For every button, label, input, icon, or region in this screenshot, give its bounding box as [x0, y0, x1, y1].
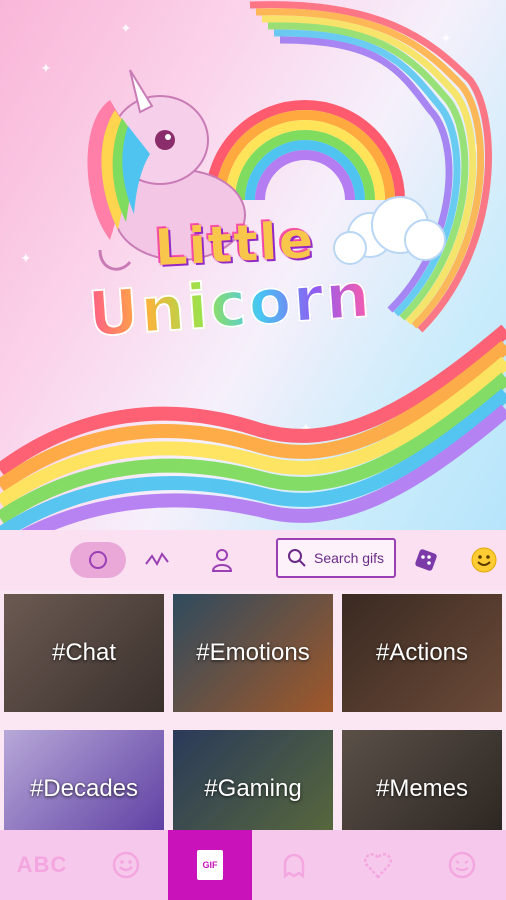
gif-icon-label: GIF [202, 860, 218, 870]
gif-icon: GIF [197, 850, 223, 880]
theme-hero-image: ✦ ✦ ✦ ✦ ✦ ✦ ✦ Little Unicorn [0, 0, 506, 540]
category-tile-actions[interactable]: #Actions [342, 594, 502, 712]
category-label: #Emotions [196, 639, 310, 666]
gif-toolbar [0, 530, 506, 590]
keyboard-mode-tabbar: ABC GIF [0, 830, 506, 900]
recent-tab-button[interactable] [70, 542, 126, 578]
category-label: #Gaming [204, 775, 302, 802]
emoticon-icon [448, 851, 476, 879]
tab-gif[interactable]: GIF [168, 830, 252, 900]
random-gif-button[interactable] [408, 540, 444, 580]
category-label: #Decades [29, 775, 139, 802]
heart-icon [364, 853, 392, 879]
dice-icon [415, 549, 437, 571]
ghost-icon [283, 853, 305, 879]
tab-emoticon[interactable] [420, 830, 504, 900]
category-tile-emotions[interactable]: #Emotions [173, 594, 333, 712]
tab-emoji[interactable] [84, 830, 168, 900]
category-label: #Actions [375, 639, 469, 666]
smiley-icon [471, 547, 497, 573]
tab-abc[interactable]: ABC [0, 830, 84, 900]
tab-text-art[interactable] [336, 830, 420, 900]
search-icon [288, 549, 306, 567]
reactions-button[interactable] [204, 540, 240, 580]
category-label: #Memes [375, 775, 469, 802]
smiley-outline-icon [112, 851, 140, 879]
abc-label: ABC [16, 852, 68, 877]
gif-category-grid: #Chat #Emotions #Actions #Decades #Gamin… [0, 590, 506, 848]
category-label: #Chat [51, 639, 117, 666]
category-tile-chat[interactable]: #Chat [4, 594, 164, 712]
emoji-button[interactable] [466, 540, 502, 580]
search-placeholder: Search gifs [314, 550, 385, 566]
person-icon [211, 549, 233, 572]
trending-button[interactable] [140, 540, 176, 580]
trending-icon [145, 552, 169, 567]
clock-icon [89, 551, 107, 569]
tab-sticker[interactable] [252, 830, 336, 900]
search-gifs-field[interactable]: Search gifs [276, 538, 396, 578]
